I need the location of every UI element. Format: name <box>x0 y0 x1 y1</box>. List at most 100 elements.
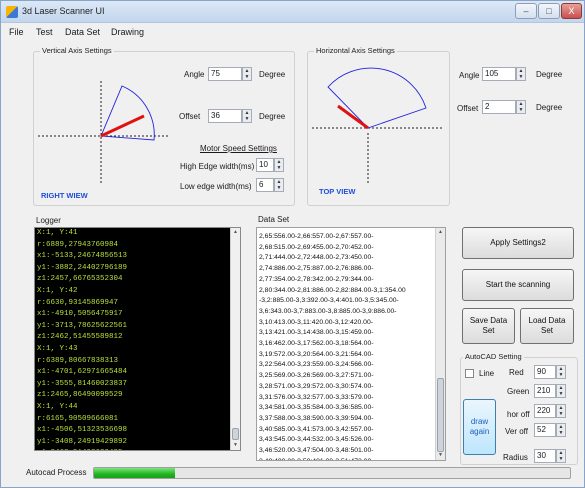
dataset-line: 3,10:413.00-3,11:420.00-3,12:420.00- <box>259 318 374 326</box>
menu-data-set[interactable]: Data Set <box>65 27 100 37</box>
green-spinner[interactable]: ▲ ▼ <box>556 384 566 398</box>
logger-line: y1:-3713,78625622561 <box>37 321 128 330</box>
dataset-line: 3,16:462.00-3,17:562.00-3,18:564.00- <box>259 340 374 348</box>
logger-line: y1:-3408,24919429892 <box>37 437 128 446</box>
menu-test[interactable]: Test <box>36 27 53 37</box>
horizontal-angle-input[interactable]: 105 <box>482 67 516 81</box>
top-view-scan-sector <box>327 67 427 129</box>
start-scanning-button[interactable]: Start the scanning <box>462 269 574 301</box>
logger-line: r:6389,80667838313 <box>37 356 119 365</box>
hor-off-spinner[interactable]: ▲ ▼ <box>556 404 566 418</box>
logger-scroll-thumb[interactable] <box>232 428 239 440</box>
logger-line: r:6630,93145869947 <box>37 298 119 307</box>
vertical-angle-input[interactable]: 75 <box>208 67 242 81</box>
green-input[interactable]: 210 <box>534 384 556 398</box>
horizontal-axis-group-label: Horizontal Axis Settings <box>314 46 397 55</box>
low-edge-input[interactable]: 6 <box>256 178 274 192</box>
horizontal-angle-spinner[interactable]: ▲ ▼ <box>516 67 526 81</box>
high-edge-input[interactable]: 10 <box>256 158 274 172</box>
logger-label: Logger <box>36 216 61 225</box>
maximize-button[interactable]: □ <box>538 3 560 19</box>
line-checkbox[interactable] <box>465 369 474 378</box>
radius-spinner[interactable]: ▲ ▼ <box>556 449 566 463</box>
logger-line: y1:-3555,81460023837 <box>37 379 128 388</box>
horizontal-offset-unit: Degree <box>536 103 563 112</box>
line-checkbox-label: Line <box>479 369 495 378</box>
dataset-scroll-down-icon[interactable]: ▼ <box>436 451 445 460</box>
vertical-axis-group-label: Vertical Axis Settings <box>40 46 114 55</box>
horizontal-offset-input[interactable]: 2 <box>482 100 516 114</box>
logger-line: x1:-4701,62971665484 <box>37 368 128 377</box>
hor-off-label: hor off <box>507 410 530 419</box>
logger-line: x1:-4910,5056475917 <box>37 310 123 319</box>
menu-file[interactable]: File <box>9 27 24 37</box>
ver-off-label: Ver off <box>505 427 528 436</box>
load-data-set-button[interactable]: Load Data Set <box>520 308 574 344</box>
dataset-line: 3,22:564.00-3,23:559.00-3,24:566.00- <box>259 361 374 369</box>
dataset-line: 3,28:571.00-3,29:572.00-3,30:574.00- <box>259 382 374 390</box>
dataset-line: 3,25:569.00-3,26:569.00-3,27:571.00- <box>259 372 374 380</box>
ver-off-spinner[interactable]: ▲ ▼ <box>556 423 566 437</box>
logger-line: X:1, Y:41 <box>37 229 78 237</box>
low-edge-label: Low edge width(ms) <box>180 182 252 191</box>
dataset-line: 3,37:588.00-3,38:590.00-3,39:594.00- <box>259 414 374 422</box>
main-window: 3d Laser Scanner UI – □ X File Test Data… <box>0 0 585 488</box>
red-spinner[interactable]: ▲ ▼ <box>556 365 566 379</box>
vertical-offset-unit: Degree <box>259 112 286 121</box>
autocad-group-label: AutoCAD Setting <box>463 352 524 361</box>
dataset-line: 2,71:444.00-2,72:448.00-2,73:450.00- <box>259 254 374 262</box>
dataset-textbox[interactable]: 2,65:556.00-2,66:557.00-2,67:557.00- 2,68… <box>256 227 446 461</box>
high-edge-spinner[interactable]: ▲ ▼ <box>274 158 284 172</box>
logger-textbox[interactable]: X:1, Y:41 r:6889,27943760984 x1:-5133,2467… <box>34 227 241 451</box>
dataset-line: -3,2:885.00-3,3:392.00-3,4:401.00-3,5:34… <box>259 297 399 305</box>
horizontal-offset-spinner[interactable]: ▲ ▼ <box>516 100 526 114</box>
dataset-lines: 2,65:556.00-2,66:557.00-2,67:557.00- 2,68… <box>257 228 445 460</box>
ver-off-input[interactable]: 52 <box>534 423 556 437</box>
logger-line: X:1, Y:43 <box>37 344 78 353</box>
right-view-laser-line <box>100 114 145 138</box>
hor-off-input[interactable]: 220 <box>534 404 556 418</box>
autocad-progress-fill <box>94 468 175 478</box>
vertical-angle-label: Angle <box>184 70 205 79</box>
minimize-button[interactable]: – <box>515 3 537 19</box>
dataset-line: 3,19:572.00-3,20:564.00-3,21:564.00- <box>259 350 374 358</box>
vertical-angle-spinner[interactable]: ▲ ▼ <box>242 67 252 81</box>
dataset-scrollbar[interactable]: ▲ ▼ <box>435 228 445 460</box>
dataset-line: 3,13:421.00-3,14:438.00-3,15:459.00- <box>259 329 374 337</box>
logger-line: x1:-5133,24674856513 <box>37 252 128 261</box>
draw-again-button[interactable]: draw again <box>463 399 496 455</box>
logger-line: r:6165,90509666081 <box>37 414 119 423</box>
right-view-canvas <box>38 81 169 183</box>
logger-line: z1:2465,86490099529 <box>37 391 123 400</box>
logger-line: z1:2462,51455589812 <box>37 333 123 342</box>
logger-scroll-down-icon[interactable]: ▼ <box>231 441 240 450</box>
vertical-offset-input[interactable]: 36 <box>208 109 242 123</box>
autocad-process-label: Autocad Process <box>26 468 87 477</box>
high-edge-label: High Edge width(ms) <box>180 162 255 171</box>
logger-scroll-up-icon[interactable]: ▲ <box>231 228 240 237</box>
dataset-line: 3,46:520.00-3,47:504.00-3,48:501.00- <box>259 447 374 455</box>
dataset-line: 2,68:515.00-2,69:455.00-2,70:452.00- <box>259 243 374 251</box>
save-data-set-button[interactable]: Save Data Set <box>462 308 515 344</box>
menu-drawing[interactable]: Drawing <box>111 27 144 37</box>
dataset-line: 3,6:343.00-3,7:883.00-3,8:885.00-3,9:886… <box>259 307 397 315</box>
low-edge-spinner[interactable]: ▲ ▼ <box>274 178 284 192</box>
app-icon <box>6 6 18 18</box>
dataset-line: 3,31:576.00-3,32:577.00-3,33:579.00- <box>259 393 374 401</box>
logger-scrollbar[interactable]: ▲ ▼ <box>230 228 240 450</box>
close-button[interactable]: X <box>561 3 582 19</box>
vertical-offset-label: Offset <box>179 112 201 121</box>
dataset-scroll-up-icon[interactable]: ▲ <box>436 228 445 237</box>
horizontal-angle-label: Angle <box>459 71 480 80</box>
title-bar[interactable]: 3d Laser Scanner UI – □ X <box>1 1 584 23</box>
vertical-offset-spinner[interactable]: ▲ ▼ <box>242 109 252 123</box>
red-input[interactable]: 90 <box>534 365 556 379</box>
logger-line: z1:2457,66765352304 <box>37 275 123 284</box>
dataset-scroll-thumb[interactable] <box>437 378 444 452</box>
radius-label: Radius <box>503 453 528 462</box>
apply-settings-button[interactable]: Apply Settings2 <box>462 227 574 259</box>
top-view-label: TOP VIEW <box>319 187 356 196</box>
top-view-laser-line <box>337 104 369 130</box>
top-view-canvas <box>312 67 444 183</box>
radius-input[interactable]: 30 <box>534 449 556 463</box>
